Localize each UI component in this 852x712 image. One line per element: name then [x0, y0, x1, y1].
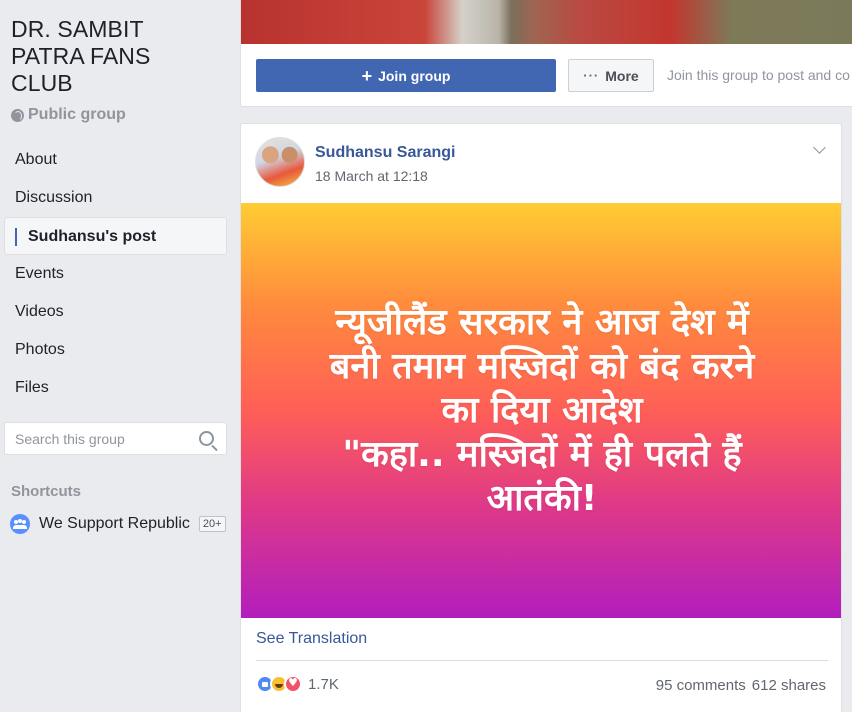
nav-item-events[interactable]: Events [4, 255, 227, 293]
nav-item-sudhansus-post[interactable]: Sudhansu's post [4, 217, 227, 255]
post-text-line: का दिया आदेश [441, 389, 643, 431]
group-title-line-3[interactable]: CLUB [11, 70, 150, 97]
post-card: Sudhansu Sarangi 18 March at 12:18 न्यूज… [240, 123, 842, 712]
group-privacy-label: Public group [28, 106, 126, 123]
join-group-button[interactable]: + Join group [256, 59, 556, 92]
post-stats: 95 comments 612 shares [656, 677, 826, 694]
group-sidebar: DR. SAMBIT PATRA FANS CLUB Public group … [0, 0, 232, 712]
shortcuts-heading: Shortcuts [11, 483, 82, 500]
join-group-label: Join group [378, 67, 451, 84]
search-icon[interactable] [199, 431, 214, 446]
nav-item-photos[interactable]: Photos [4, 331, 227, 369]
nav-item-videos[interactable]: Videos [4, 293, 227, 331]
reactions-summary[interactable]: 1.7K [256, 675, 339, 693]
more-button[interactable]: ··· More [568, 59, 654, 92]
group-icon [10, 514, 30, 534]
comments-count[interactable]: 95 comments [656, 677, 746, 694]
post-text: न्यूजीलैंड सरकार ने आज देश में बनी तमाम … [282, 301, 802, 521]
nav-item-about[interactable]: About [4, 141, 227, 179]
nav-item-files[interactable]: Files [4, 369, 227, 407]
globe-icon [11, 108, 24, 122]
group-privacy: Public group [11, 106, 126, 124]
more-label: More [605, 67, 639, 84]
author-avatar[interactable] [255, 137, 305, 187]
plus-icon: + [361, 65, 373, 86]
nav-item-discussion[interactable]: Discussion [4, 179, 227, 217]
group-search-input[interactable]: Search this group [4, 422, 227, 455]
post-background-text: न्यूजीलैंड सरकार ने आज देश में बनी तमाम … [241, 203, 841, 618]
post-text-line: "कहा.. मस्जिदों में ही पलते हैं [342, 433, 742, 475]
group-title-line-2[interactable]: PATRA FANS [11, 43, 150, 70]
join-hint-text: Join this group to post and co [667, 67, 850, 83]
post-text-line: बनी तमाम मस्जिदों को बंद करने [329, 345, 755, 387]
group-nav: About Discussion Sudhansu's post Events … [4, 141, 227, 407]
more-dots-icon: ··· [583, 68, 600, 83]
chevron-down-icon[interactable] [813, 141, 826, 154]
reaction-count[interactable]: 1.7K [308, 676, 339, 693]
cover-photo[interactable] [241, 0, 852, 44]
group-header-card: + Join group ··· More Join this group to… [240, 0, 852, 107]
post-author[interactable]: Sudhansu Sarangi [315, 144, 455, 162]
group-title[interactable]: DR. SAMBIT PATRA FANS CLUB [11, 16, 150, 97]
shortcut-label[interactable]: We Support Republic [39, 515, 190, 533]
search-placeholder: Search this group [15, 431, 125, 447]
divider [256, 660, 828, 661]
shortcut-count-badge: 20+ [198, 516, 226, 532]
shortcut-we-support-republic[interactable]: We Support Republic 20+ [10, 514, 226, 534]
post-text-line: आतंकी! [486, 477, 598, 519]
group-title-line-1[interactable]: DR. SAMBIT [11, 16, 150, 43]
shares-count[interactable]: 612 shares [752, 677, 826, 694]
post-text-line: न्यूजीलैंड सरकार ने आज देश में [335, 301, 749, 343]
love-icon [284, 675, 302, 693]
see-translation-link[interactable]: See Translation [256, 630, 367, 648]
post-timestamp[interactable]: 18 March at 12:18 [315, 168, 428, 184]
